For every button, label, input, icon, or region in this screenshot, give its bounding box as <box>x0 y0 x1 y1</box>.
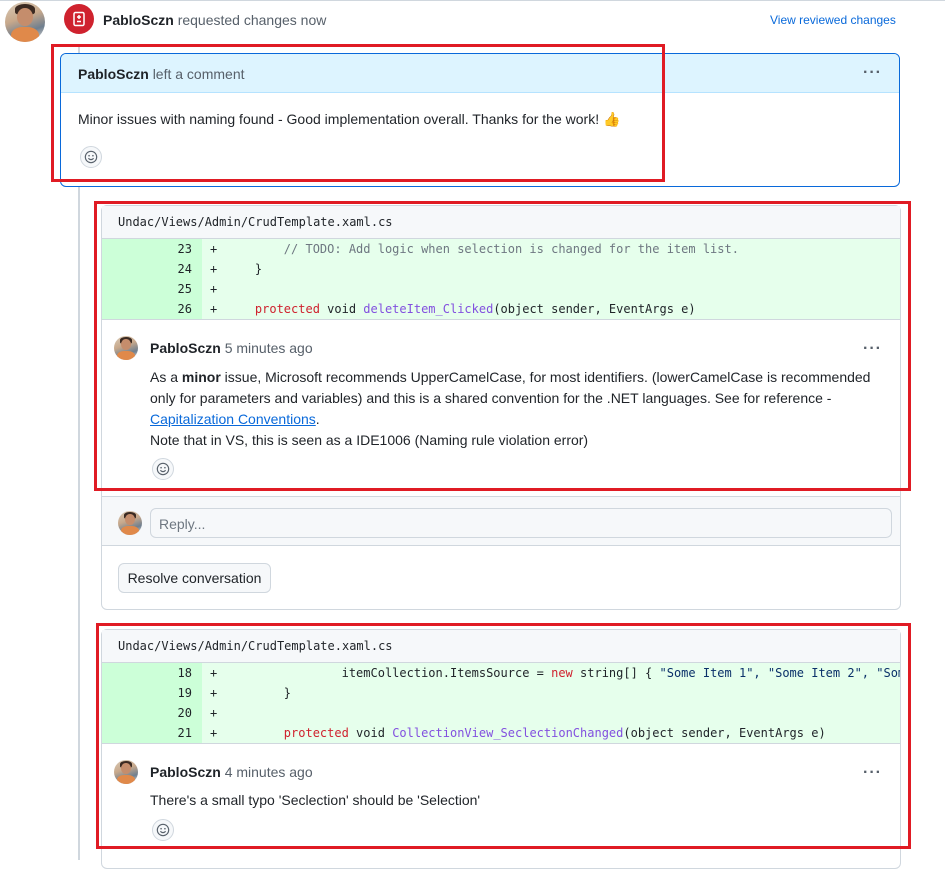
code-text: itemCollection.ItemsSource = <box>226 666 552 680</box>
comment-avatar[interactable] <box>114 760 138 784</box>
diff-line: 20 + <box>102 703 900 723</box>
review-action-text: requested changes now <box>177 12 327 28</box>
code-text: (object sender, EventArgs e) <box>623 726 826 740</box>
diff-code: } <box>226 686 292 700</box>
code-string: "Some Item 1", "Some Item 2", "Some I <box>659 666 901 680</box>
review-comment-author[interactable]: PabloSczn <box>78 66 149 82</box>
top-divider <box>0 0 945 1</box>
diff-sign: + <box>210 282 218 296</box>
comment-text: As a <box>150 369 182 385</box>
comment-bold-text: minor <box>181 369 221 385</box>
view-reviewed-changes-link[interactable]: View reviewed changes <box>770 13 896 27</box>
thread-1-comment-body: As a minor issue, Microsoft recommends U… <box>150 367 882 451</box>
line-number[interactable]: 23 <box>102 239 202 259</box>
add-reaction-button[interactable] <box>152 819 174 841</box>
thread-1-file-path[interactable]: Undac/Views/Admin/CrudTemplate.xaml.cs <box>102 206 900 239</box>
code-keyword: protected <box>226 302 320 316</box>
code-keyword: new <box>551 666 573 680</box>
diff-sign: + <box>210 706 218 720</box>
divider <box>102 743 900 744</box>
kebab-menu-icon[interactable]: ··· <box>863 64 882 82</box>
code-function: deleteItem_Clicked <box>363 302 494 316</box>
line-number[interactable]: 19 <box>102 683 202 703</box>
current-user-avatar <box>118 511 142 535</box>
thread-1-comment-header: PabloSczn 5 minutes ago <box>150 340 313 356</box>
comment-author[interactable]: PabloSczn <box>150 340 221 356</box>
kebab-menu-icon[interactable]: ··· <box>863 764 882 782</box>
diff-line: 18 + itemCollection.ItemsSource = new st… <box>102 663 900 683</box>
comment-note: Note that in VS, this is seen as a IDE10… <box>150 432 589 448</box>
smiley-icon <box>84 150 98 164</box>
diff-sign: + <box>210 666 218 680</box>
diff-code: protected void deleteItem_Clicked(object… <box>226 299 696 319</box>
diff-sign: + <box>210 686 218 700</box>
diff-code: } <box>226 262 263 276</box>
comment-timestamp[interactable]: 5 minutes ago <box>225 340 313 356</box>
diff-line: 21 + protected void CollectionView_Secle… <box>102 723 900 743</box>
diff-line: 23 + // TODO: Add logic when selection i… <box>102 239 900 259</box>
comment-text: . <box>315 411 320 427</box>
smiley-icon <box>156 823 170 837</box>
changes-requested-badge <box>64 4 94 34</box>
review-header: PabloSczn requested changes now <box>103 12 326 28</box>
diff-sign: + <box>210 302 218 316</box>
review-comment-action: left a comment <box>152 66 245 82</box>
kebab-menu-icon[interactable]: ··· <box>863 340 882 358</box>
resolve-conversation-button[interactable]: Resolve conversation <box>118 563 271 593</box>
diff-line: 25 + <box>102 279 900 299</box>
line-number[interactable]: 18 <box>102 663 202 683</box>
code-function: CollectionView_SeclectionChanged <box>392 726 624 740</box>
code-text: string[] { <box>572 666 660 680</box>
line-number[interactable]: 21 <box>102 723 202 743</box>
code-keyword: protected <box>226 726 349 740</box>
add-reaction-button[interactable] <box>80 146 102 168</box>
thread-2-file-path[interactable]: Undac/Views/Admin/CrudTemplate.xaml.cs <box>102 630 900 663</box>
code-text: (object sender, EventArgs e) <box>493 302 696 316</box>
diff-code: protected void CollectionView_Seclection… <box>226 723 826 743</box>
diff-sign: + <box>210 726 218 740</box>
capitalization-conventions-link[interactable]: Capitalization Conventions <box>150 411 316 427</box>
diff-code: itemCollection.ItemsSource = new string[… <box>226 663 900 683</box>
add-reaction-button[interactable] <box>152 458 174 480</box>
diff-line: 24 + } <box>102 259 900 279</box>
line-number[interactable]: 24 <box>102 259 202 279</box>
line-number[interactable]: 25 <box>102 279 202 299</box>
diff-sign: + <box>210 262 218 276</box>
code-text: void <box>348 726 393 740</box>
reviewer-avatar[interactable] <box>5 2 45 42</box>
divider <box>102 319 900 320</box>
diff-line: 19 + } <box>102 683 900 703</box>
smiley-icon <box>156 462 170 476</box>
comment-avatar[interactable] <box>114 336 138 360</box>
diff-sign: + <box>210 242 218 256</box>
review-comment-author-line: PabloSczn left a comment <box>78 66 245 82</box>
comment-author[interactable]: PabloSczn <box>150 764 221 780</box>
diff-code: // TODO: Add logic when selection is cha… <box>226 242 739 256</box>
review-author-link[interactable]: PabloSczn <box>103 12 174 28</box>
thread-2-diff: 18 + itemCollection.ItemsSource = new st… <box>102 663 900 743</box>
reply-input[interactable]: Reply... <box>150 508 892 538</box>
file-diff-icon <box>73 11 85 27</box>
code-text: void <box>319 302 364 316</box>
review-comment-body: Minor issues with naming found - Good im… <box>78 111 621 127</box>
comment-text: issue, Microsoft recommends UpperCamelCa… <box>150 369 871 406</box>
line-number[interactable]: 20 <box>102 703 202 723</box>
diff-line: 26 + protected void deleteItem_Clicked(o… <box>102 299 900 319</box>
line-number[interactable]: 26 <box>102 299 202 319</box>
comment-timestamp[interactable]: 4 minutes ago <box>225 764 313 780</box>
thread-2-comment-header: PabloSczn 4 minutes ago <box>150 764 313 780</box>
thread-1-diff: 23 + // TODO: Add logic when selection i… <box>102 239 900 319</box>
thread-2-comment-body: There's a small typo 'Seclection' should… <box>150 792 481 808</box>
